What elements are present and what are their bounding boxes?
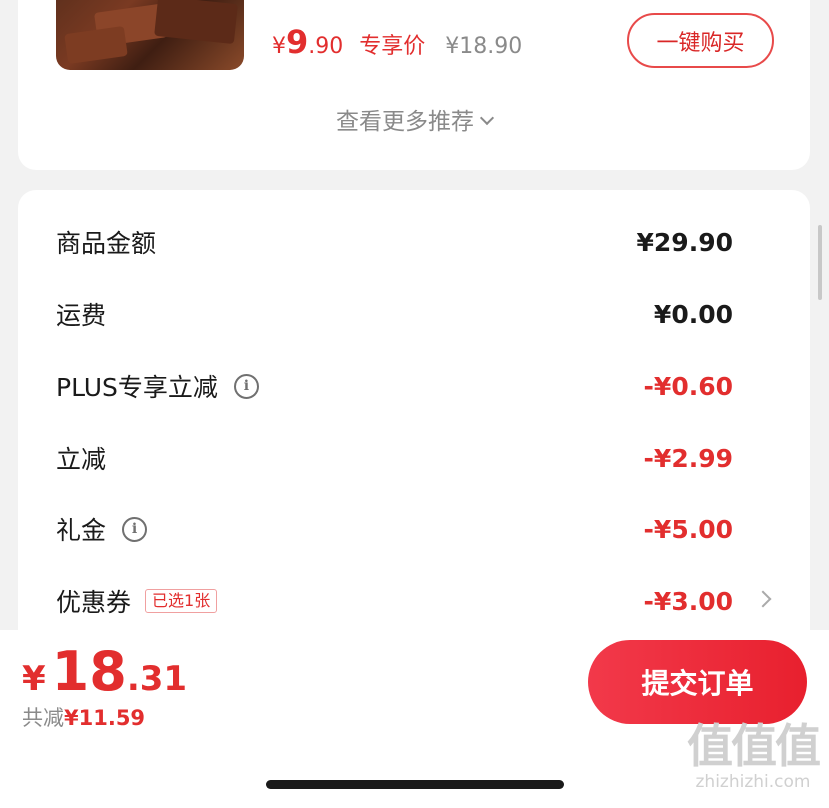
chevron-right-icon[interactable] [754, 590, 772, 608]
exclusive-price-label: 专享价 [359, 34, 426, 59]
price-decimal: .90 [308, 34, 344, 59]
row-value: ¥0.00 [653, 299, 733, 329]
row-value: -¥2.99 [643, 443, 733, 473]
row-value: -¥0.60 [643, 371, 733, 401]
order-summary-card: 商品金额 ¥29.90 运费 ¥0.00 PLUS专享立减 i -¥0.60 立… [18, 190, 810, 660]
row-label: 立减 [56, 445, 107, 474]
row-label: 商品金额 [56, 229, 157, 258]
original-price: ¥18.90 [445, 34, 523, 59]
summary-row-shipping: 运费 ¥0.00 [18, 294, 810, 334]
row-label: 礼金 [56, 516, 107, 545]
product-thumbnail[interactable] [56, 0, 244, 70]
saved-amount: ¥11.59 [64, 706, 146, 730]
recommendation-card: ¥ 9 .90 专享价 ¥18.90 一键购买 查看更多推荐 [18, 0, 810, 170]
total-currency: ¥ [22, 659, 46, 699]
submit-order-button[interactable]: 提交订单 [588, 640, 807, 724]
home-indicator[interactable] [266, 780, 564, 789]
price-integer: 9 [286, 23, 309, 61]
product-image-detail [64, 25, 128, 65]
info-icon[interactable]: i [233, 373, 259, 399]
chevron-down-icon [479, 110, 495, 126]
price-currency: ¥ [272, 34, 286, 59]
see-more-recommendations[interactable]: 查看更多推荐 [18, 102, 810, 136]
total-integer: 18 [51, 640, 127, 703]
summary-row-gift-money: 礼金 i -¥5.00 [18, 509, 810, 549]
checkout-bar: ¥ 18 .31 共减¥11.59 提交订单 值值值 zhizhizhi.com [0, 630, 829, 808]
product-image-detail [154, 0, 238, 45]
recommend-price-row: ¥ 9 .90 专享价 ¥18.90 [272, 23, 522, 61]
total-saved: 共减¥11.59 [22, 702, 145, 732]
row-label: PLUS专享立减 [56, 373, 218, 402]
row-label: 运费 [56, 301, 107, 330]
summary-row-goods-amount: 商品金额 ¥29.90 [18, 222, 810, 262]
summary-row-coupon[interactable]: 优惠券 已选1张 -¥3.00 [18, 581, 810, 621]
total-price: ¥ 18 .31 [22, 640, 187, 703]
row-value: ¥29.90 [636, 227, 733, 257]
total-decimal: .31 [126, 659, 188, 699]
row-value: -¥3.00 [643, 586, 733, 616]
row-label-wrap: PLUS专享立减 i [56, 366, 259, 406]
summary-row-plus-discount: PLUS专享立减 i -¥0.60 [18, 366, 810, 406]
row-label-wrap: 优惠券 已选1张 [56, 581, 218, 621]
info-icon[interactable]: i [122, 516, 148, 542]
watermark-logo: 值值值 [687, 719, 821, 773]
see-more-label: 查看更多推荐 [336, 109, 474, 135]
summary-row-instant-discount: 立减 -¥2.99 [18, 438, 810, 478]
row-label: 优惠券 [56, 588, 132, 617]
one-click-buy-button[interactable]: 一键购买 [627, 13, 774, 68]
coupon-selected-badge: 已选1张 [145, 589, 218, 613]
saved-label: 共减 [22, 706, 64, 730]
watermark-url: zhizhizhi.com [695, 772, 811, 792]
row-label-wrap: 礼金 i [56, 509, 148, 549]
scrollbar[interactable] [818, 225, 822, 300]
row-value: -¥5.00 [643, 514, 733, 544]
watermark: 值值值 zhizhizhi.com [683, 720, 823, 792]
